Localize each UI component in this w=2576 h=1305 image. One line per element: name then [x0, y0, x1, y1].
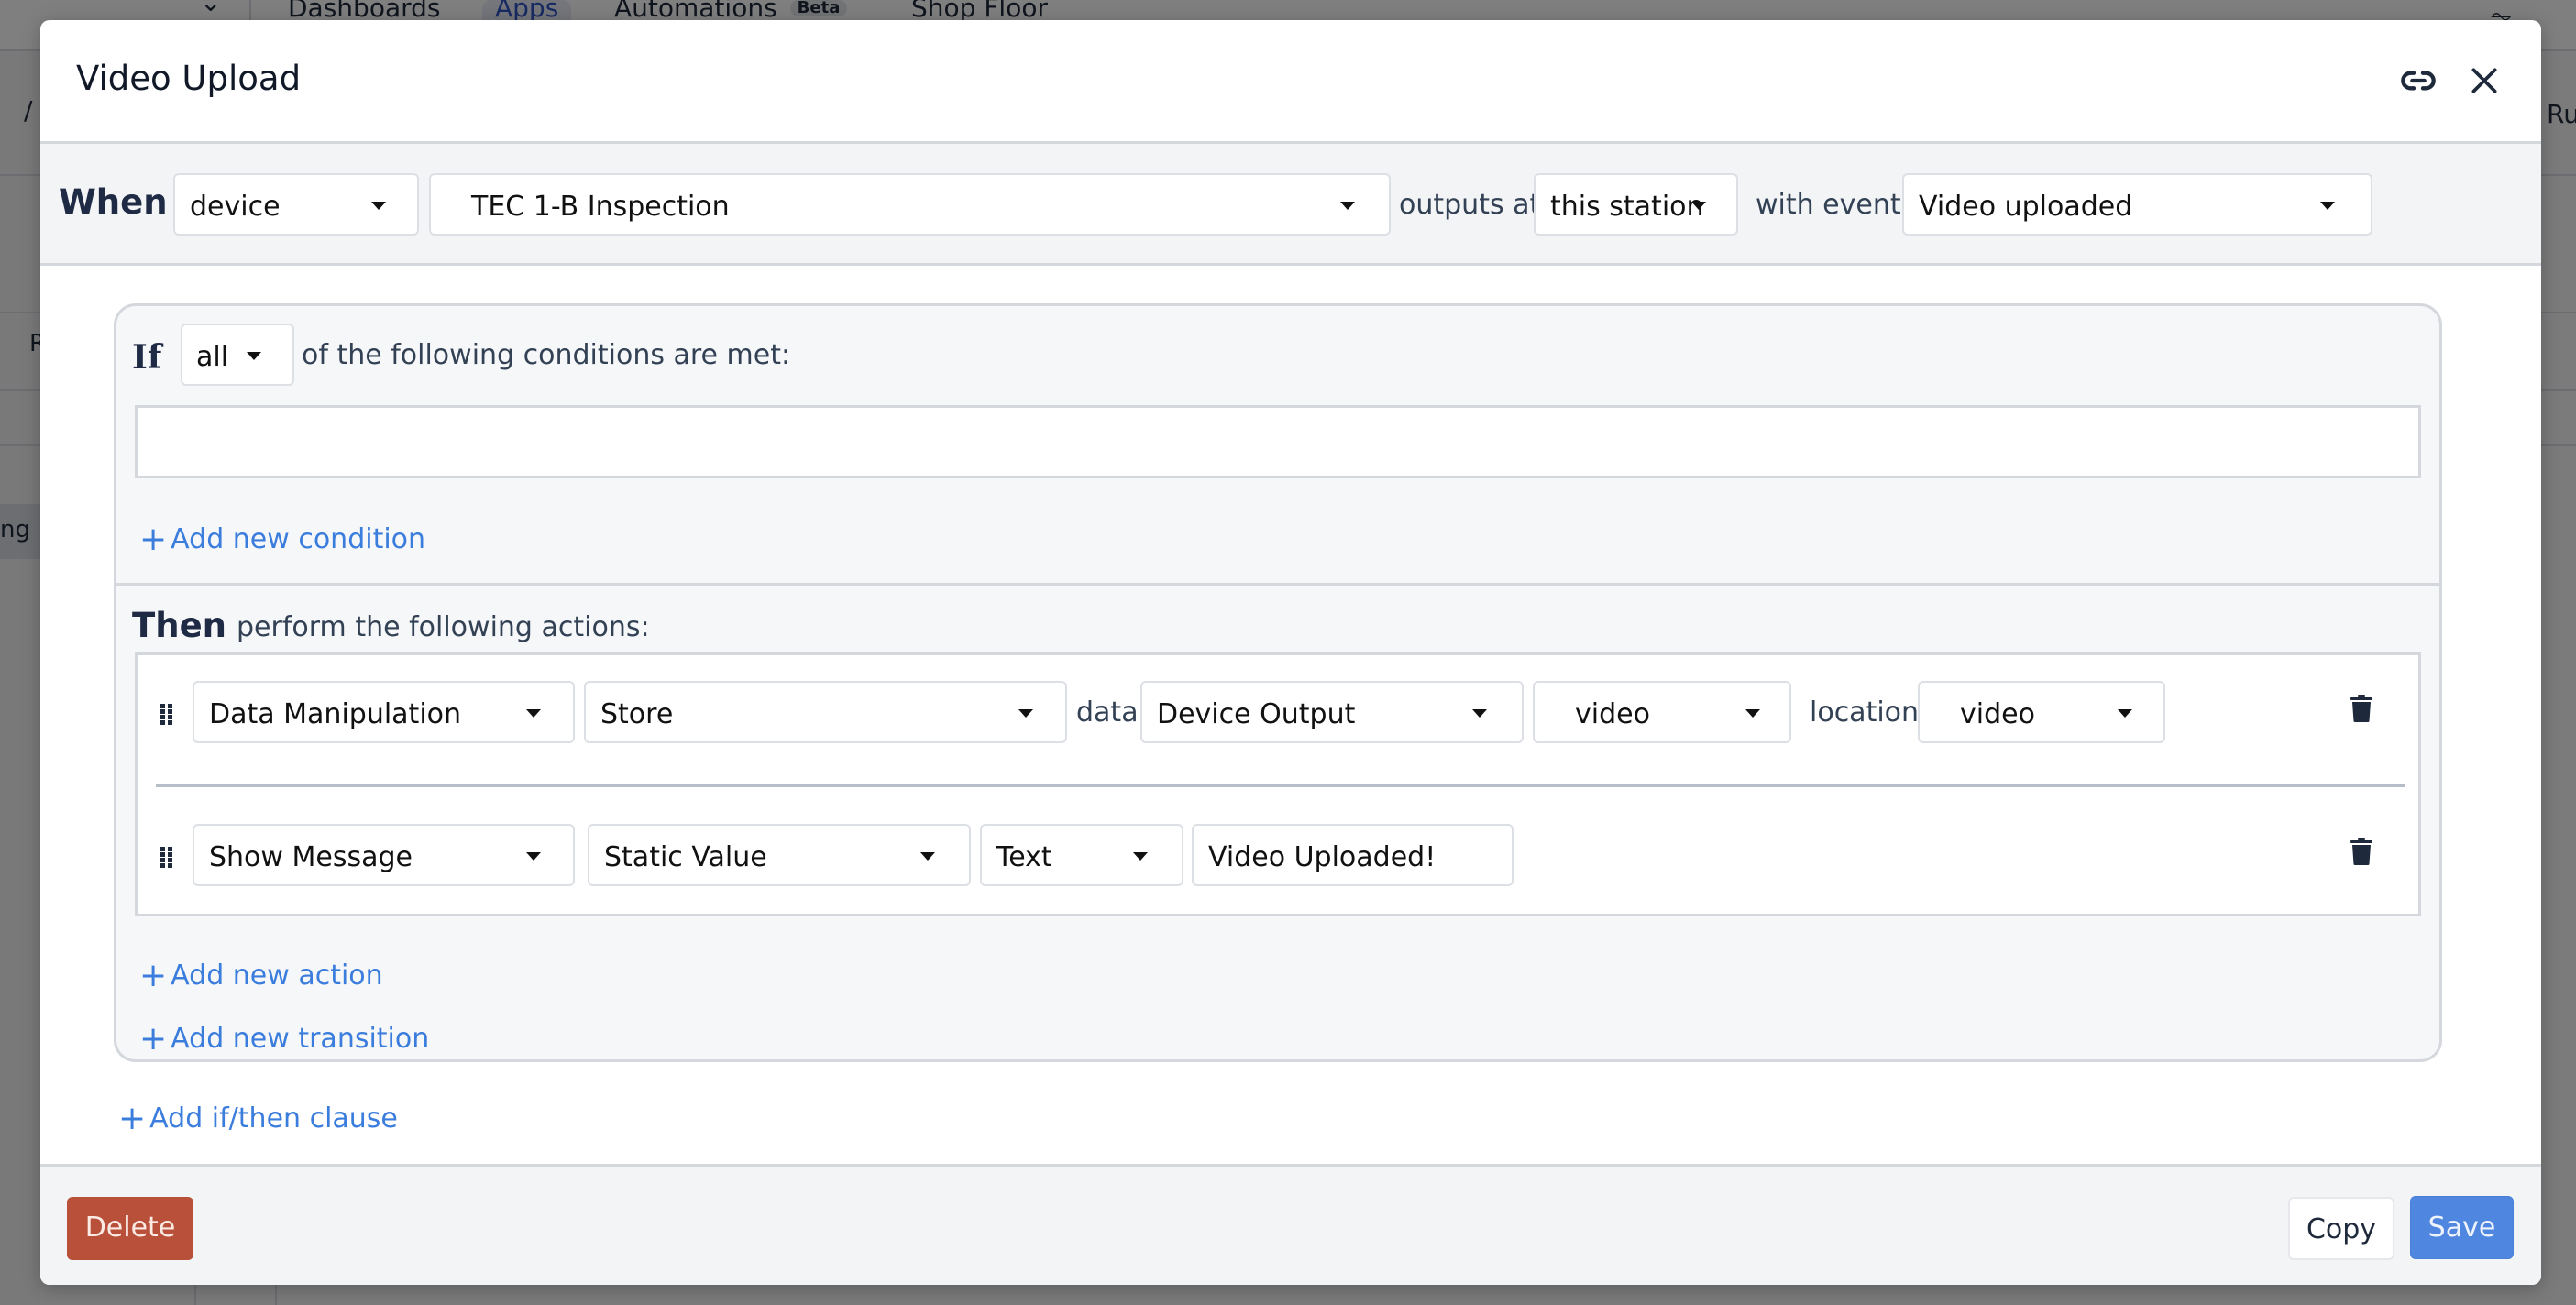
- action-type-select[interactable]: Data Manipulation: [193, 681, 575, 743]
- location-value: this station: [1550, 191, 1704, 223]
- event-select[interactable]: Video uploaded: [1902, 173, 2372, 236]
- source-type-value: device: [190, 191, 281, 223]
- then-label: Then: [132, 606, 227, 645]
- caret-down-icon: [526, 852, 541, 861]
- caret-down-icon: [1133, 852, 1148, 861]
- caret-down-icon: [1472, 709, 1487, 718]
- caret-down-icon: [371, 202, 386, 210]
- add-action-label: Add new action: [171, 960, 383, 992]
- caret-down-icon: [526, 709, 541, 718]
- with-events-label: with events: [1756, 189, 1916, 221]
- conditions-container: [135, 405, 2421, 478]
- modal-footer: Delete Copy Save: [40, 1164, 2541, 1285]
- trash-icon[interactable]: [2350, 838, 2372, 866]
- action-operation-select[interactable]: Store: [584, 681, 1067, 743]
- plus-icon: +: [118, 1100, 147, 1137]
- drag-handle-icon[interactable]: [160, 847, 173, 869]
- add-clause-label: Add if/then clause: [149, 1102, 398, 1135]
- data-source-select[interactable]: Device Output: [1140, 681, 1524, 743]
- caret-down-icon: [1018, 709, 1033, 718]
- add-clause-link[interactable]: + Add if/then clause: [118, 1100, 398, 1137]
- modal-header: Video Upload: [40, 20, 2541, 144]
- plus-icon: +: [139, 1020, 168, 1058]
- conditions-text: of the following conditions are met:: [302, 339, 791, 371]
- action-type-value: Data Manipulation: [209, 698, 462, 730]
- data-field-value: video: [1575, 698, 1650, 730]
- save-button[interactable]: Save: [2410, 1196, 2514, 1259]
- then-text: perform the following actions:: [237, 611, 650, 643]
- message-value: Video Uploaded!: [1208, 841, 1437, 873]
- store-location-value: video: [1960, 698, 2035, 730]
- plus-icon: +: [139, 957, 168, 994]
- format-select[interactable]: Text: [980, 824, 1183, 886]
- trash-icon[interactable]: [2350, 695, 2372, 723]
- action-type-value: Show Message: [209, 841, 413, 873]
- location-select[interactable]: this station: [1534, 173, 1738, 236]
- plus-icon: +: [139, 521, 168, 558]
- if-then-divider: [116, 583, 2439, 586]
- message-input[interactable]: Video Uploaded!: [1192, 824, 1514, 886]
- add-condition-label: Add new condition: [171, 523, 426, 555]
- store-location-select[interactable]: video: [1918, 681, 2165, 743]
- trigger-bar: When device TEC 1-B Inspection outputs a…: [40, 144, 2541, 266]
- caret-down-icon: [920, 852, 935, 861]
- caret-down-icon: [1745, 709, 1760, 718]
- data-source-value: Device Output: [1157, 698, 1356, 730]
- outputs-at-label: outputs at: [1399, 189, 1541, 221]
- source-type-select[interactable]: device: [173, 173, 419, 236]
- if-label: If: [132, 338, 162, 377]
- match-value: all: [196, 341, 229, 373]
- caret-down-icon: [2320, 202, 2335, 210]
- copy-button[interactable]: Copy: [2288, 1197, 2394, 1260]
- device-value: TEC 1-B Inspection: [471, 191, 730, 223]
- caret-down-icon: [1340, 202, 1355, 210]
- caret-down-icon: [247, 352, 261, 360]
- event-value: Video uploaded: [1919, 191, 2133, 223]
- add-condition-link[interactable]: + Add new condition: [139, 521, 425, 558]
- add-transition-label: Add new transition: [171, 1023, 430, 1055]
- action-type-select[interactable]: Show Message: [193, 824, 575, 886]
- caret-down-icon: [2118, 709, 2132, 718]
- when-label: When: [59, 182, 168, 222]
- action-operation-value: Store: [600, 698, 674, 730]
- format-value: Text: [996, 841, 1052, 873]
- value-type-value: Static Value: [604, 841, 767, 873]
- device-select[interactable]: TEC 1-B Inspection: [429, 173, 1391, 236]
- value-type-select[interactable]: Static Value: [588, 824, 971, 886]
- modal-title: Video Upload: [76, 59, 302, 98]
- caret-down-icon: [1691, 202, 1706, 210]
- link-icon[interactable]: [2400, 62, 2437, 99]
- action-separator: [156, 784, 2405, 787]
- match-select[interactable]: all: [181, 324, 294, 386]
- actions-list: Data Manipulation Store data: Device Out…: [135, 652, 2421, 916]
- data-field-select[interactable]: video: [1533, 681, 1791, 743]
- add-action-link[interactable]: + Add new action: [139, 957, 383, 994]
- data-label: data:: [1076, 696, 1148, 729]
- location-label: location:: [1810, 696, 1929, 729]
- automation-modal: Video Upload When device TEC 1-B Inspect…: [40, 20, 2541, 1285]
- drag-handle-icon[interactable]: [160, 704, 173, 726]
- close-icon[interactable]: [2466, 62, 2503, 99]
- add-transition-link[interactable]: + Add new transition: [139, 1020, 429, 1058]
- if-then-clause: If all of the following conditions are m…: [114, 303, 2442, 1062]
- delete-button[interactable]: Delete: [67, 1197, 193, 1260]
